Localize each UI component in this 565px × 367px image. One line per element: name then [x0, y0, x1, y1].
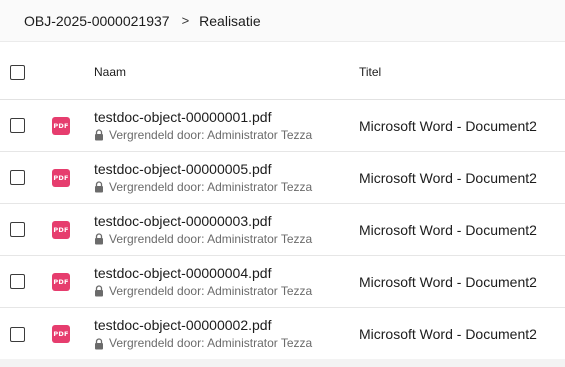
lock-status: Vergrendeld door: Administrator Tezza [109, 336, 313, 350]
lock-icon [95, 129, 103, 141]
row-checkbox[interactable] [10, 170, 25, 185]
document-title: Microsoft Word - Document2 [359, 221, 537, 238]
document-title: Microsoft Word - Document2 [359, 169, 537, 186]
breadcrumb-current: Realisatie [199, 12, 261, 29]
pdf-icon: PDF [52, 168, 70, 187]
file-name[interactable]: testdoc-object-00000004.pdf [94, 265, 359, 282]
document-title: Microsoft Word - Document2 [359, 273, 537, 290]
select-all-checkbox[interactable] [10, 64, 25, 80]
lock-icon [95, 337, 103, 349]
lock-status: Vergrendeld door: Administrator Tezza [109, 231, 313, 246]
file-name[interactable]: testdoc-object-00000002.pdf [94, 317, 359, 334]
pdf-icon: PDF [52, 272, 70, 291]
file-name[interactable]: testdoc-object-00000005.pdf [94, 161, 359, 178]
table-row[interactable]: PDF testdoc-object-00000005.pdf Vergrend… [0, 152, 565, 204]
column-header-title[interactable]: Titel [359, 65, 565, 79]
table-header: Naam Titel [0, 45, 565, 100]
table-row[interactable]: PDF testdoc-object-00000003.pdf Vergrend… [0, 204, 565, 256]
table-row[interactable]: PDF testdoc-object-00000002.pdf Vergrend… [0, 308, 565, 360]
column-header-name[interactable]: Naam [94, 65, 359, 79]
pdf-icon: PDF [52, 116, 70, 135]
documents-table: Naam Titel PDF testdoc-object-00000001.p… [0, 45, 565, 360]
document-title: Microsoft Word - Document2 [359, 326, 537, 342]
file-name[interactable]: testdoc-object-00000003.pdf [94, 213, 359, 230]
document-title: Microsoft Word - Document2 [359, 117, 537, 134]
table-row[interactable]: PDF testdoc-object-00000001.pdf Vergrend… [0, 100, 565, 152]
pdf-icon: PDF [52, 325, 70, 343]
lock-icon [95, 233, 103, 245]
row-checkbox[interactable] [10, 222, 25, 237]
row-checkbox[interactable] [10, 118, 25, 133]
row-checkbox[interactable] [10, 274, 25, 289]
table-row[interactable]: PDF testdoc-object-00000004.pdf Vergrend… [0, 256, 565, 308]
lock-icon [95, 181, 103, 193]
lock-status: Vergrendeld door: Administrator Tezza [109, 127, 313, 142]
pdf-icon: PDF [52, 220, 70, 239]
row-checkbox[interactable] [10, 326, 25, 342]
file-name[interactable]: testdoc-object-00000001.pdf [94, 109, 359, 126]
lock-icon [95, 285, 103, 297]
table-footer-strip [0, 359, 565, 367]
lock-status: Vergrendeld door: Administrator Tezza [109, 179, 313, 194]
breadcrumb: OBJ-2025-0000021937 > Realisatie [0, 0, 565, 42]
lock-status: Vergrendeld door: Administrator Tezza [109, 283, 313, 298]
chevron-right-icon: > [181, 13, 190, 28]
breadcrumb-object-link[interactable]: OBJ-2025-0000021937 [24, 13, 170, 29]
